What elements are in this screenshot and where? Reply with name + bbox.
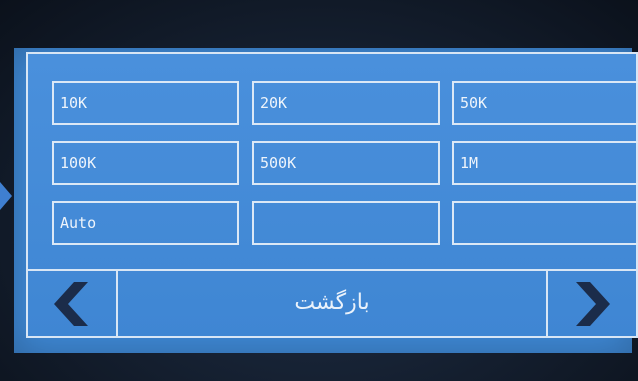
option-500k-button[interactable]: 500K [252, 141, 440, 185]
navigation-bar: بازگشت [28, 269, 636, 337]
option-20k-button[interactable]: 20K [252, 81, 440, 125]
back-button[interactable]: بازگشت [118, 271, 546, 337]
option-panel: 10K 20K 50K 100K 500K 1M Auto بازگشت [26, 52, 638, 338]
chevron-right-icon [576, 282, 610, 326]
side-indicator-arrow [0, 182, 12, 210]
option-100k-button[interactable]: 100K [52, 141, 239, 185]
previous-page-button[interactable] [28, 271, 118, 337]
chevron-left-icon [54, 282, 88, 326]
option-10k-button[interactable]: 10K [52, 81, 239, 125]
empty-option-button[interactable] [452, 201, 638, 245]
option-1m-button[interactable]: 1M [452, 141, 638, 185]
empty-option-button[interactable] [252, 201, 440, 245]
touch-screen: 10K 20K 50K 100K 500K 1M Auto بازگشت [14, 48, 638, 353]
option-50k-button[interactable]: 50K [452, 81, 638, 125]
next-page-button[interactable] [546, 271, 636, 337]
option-auto-button[interactable]: Auto [52, 201, 239, 245]
